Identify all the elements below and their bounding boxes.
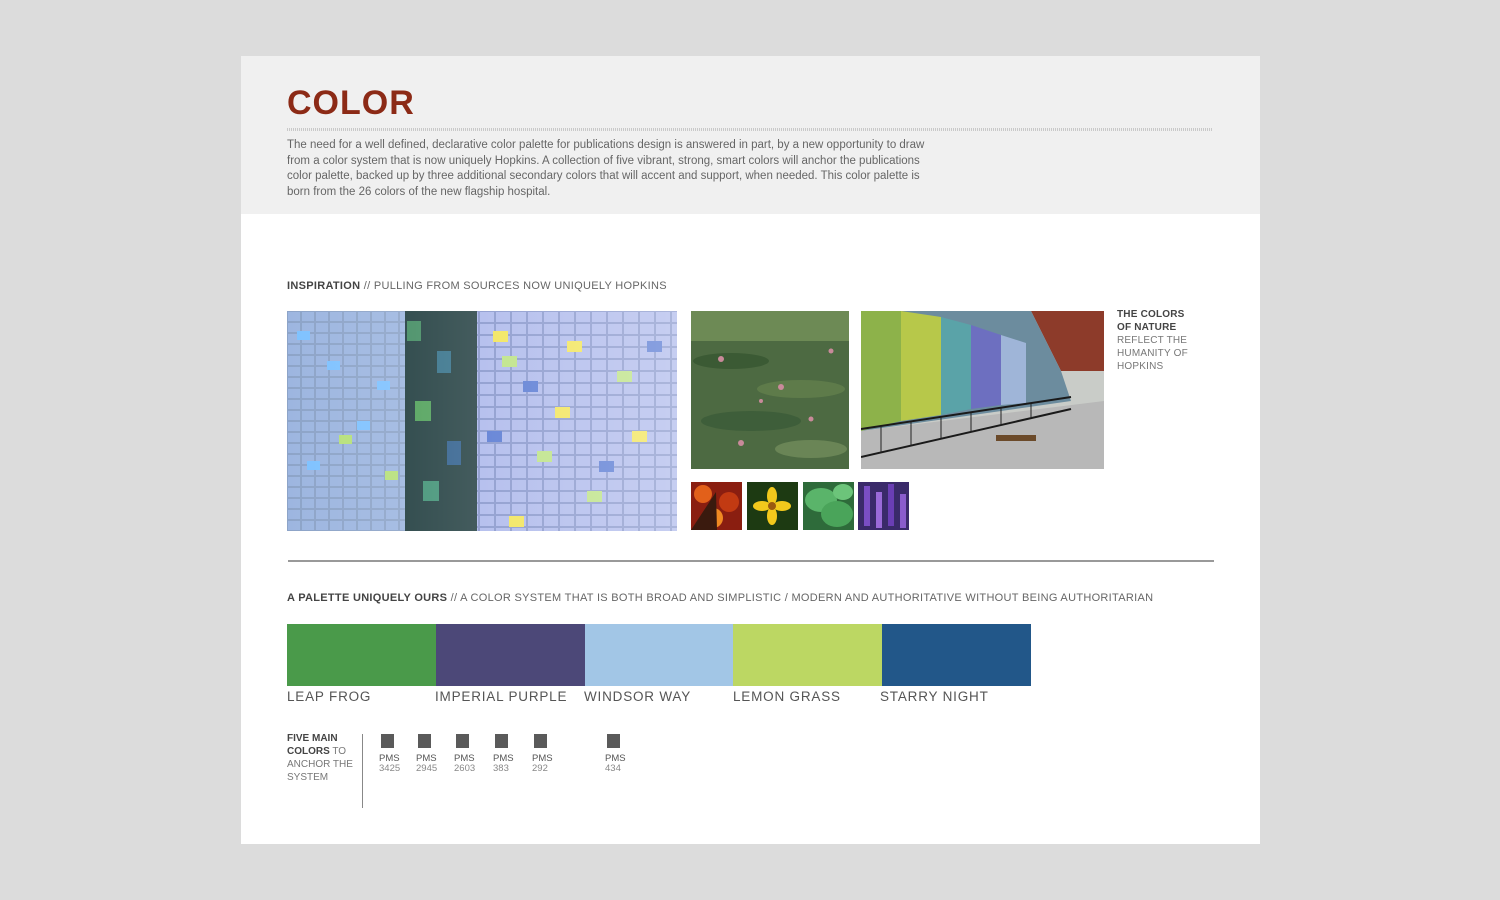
section-divider [288, 560, 1214, 562]
pms-swatch-icon [456, 734, 469, 748]
pms-chip-4: PMS 383 [493, 734, 533, 774]
green-leaves-thumbnail [803, 482, 854, 530]
color-guide-page: COLOR The need for a well defined, decla… [241, 56, 1260, 844]
five-main-colors-note: FIVE MAIN COLORS TO ANCHOR THE SYSTEM [287, 732, 359, 784]
nature-caption-line-1: THE COLORS [1117, 309, 1185, 320]
autumn-leaves-thumbnail [691, 482, 742, 530]
pms-chip-6: PMS 434 [605, 734, 645, 774]
swatch-starry-night [882, 624, 1031, 686]
nature-caption-line-5: HOPKINS [1117, 361, 1164, 372]
pms-number: 292 [532, 763, 548, 774]
pms-swatch-icon [495, 734, 508, 748]
swatch-imperial-purple [435, 624, 585, 686]
inspiration-heading-bold: INSPIRATION [287, 280, 361, 292]
yellow-flower-thumbnail [747, 482, 798, 530]
pms-chip-2: PMS 2945 [416, 734, 456, 774]
swatch-name-starry-night: STARRY NIGHT [880, 689, 989, 704]
anchor-note-line-4: SYSTEM [287, 772, 329, 783]
page-title: COLOR [287, 84, 415, 122]
anchor-vertical-rule [362, 734, 363, 808]
title-dotted-rule [287, 128, 1213, 131]
swatch-name-imperial-purple: IMPERIAL PURPLE [435, 689, 568, 704]
swatch-names: LEAP FROG IMPERIAL PURPLE WINDSOR WAY LE… [287, 689, 1031, 709]
pms-chip-5: PMS 292 [532, 734, 572, 774]
nature-caption-line-2: OF NATURE [1117, 322, 1177, 333]
anchor-note-line-2-rest: TO [329, 746, 347, 757]
glass-wall-photo [861, 311, 1104, 469]
swatch-leap-frog [287, 624, 436, 686]
pms-swatch-icon [534, 734, 547, 748]
pms-number: 3425 [379, 763, 401, 774]
palette-heading: A PALETTE UNIQUELY OURS // A COLOR SYSTE… [287, 592, 1153, 604]
swatch-windsor-way [584, 624, 734, 686]
pms-number: 2603 [454, 763, 476, 774]
pms-chip-1: PMS 3425 [379, 734, 419, 774]
palette-heading-rest: // A COLOR SYSTEM THAT IS BOTH BROAD AND… [450, 592, 1154, 604]
inspiration-heading: INSPIRATION // PULLING FROM SOURCES NOW … [287, 280, 667, 292]
nature-caption-line-4: HUMANITY OF [1117, 348, 1188, 359]
swatch-name-windsor-way: WINDSOR WAY [584, 689, 692, 704]
anchor-note-line-2-bold: COLORS [287, 746, 330, 757]
nature-caption: THE COLORS OF NATURE REFLECT THE HUMANIT… [1117, 308, 1197, 373]
water-lilies-photo [691, 311, 849, 469]
pms-number: 2945 [416, 763, 438, 774]
swatch-name-leap-frog: LEAP FROG [287, 689, 372, 704]
purple-flowers-thumbnail [858, 482, 909, 530]
anchor-note-line-1: FIVE MAIN [287, 733, 338, 744]
inspiration-heading-rest: // PULLING FROM SOURCES NOW UNIQUELY HOP… [363, 280, 667, 292]
nature-caption-line-3: REFLECT THE [1117, 335, 1188, 346]
hospital-facade-photo [287, 311, 677, 531]
pms-number: 383 [493, 763, 509, 774]
pms-number: 434 [605, 763, 621, 774]
intro-paragraph: The need for a well defined, declarative… [287, 139, 925, 198]
color-swatches [287, 624, 1031, 686]
pms-swatch-icon [418, 734, 431, 748]
swatch-lemon-grass [733, 624, 883, 686]
pms-swatch-icon [607, 734, 620, 748]
swatch-name-lemon-grass: LEMON GRASS [733, 689, 841, 704]
pms-chip-3: PMS 2603 [454, 734, 494, 774]
pms-swatch-icon [381, 734, 394, 748]
palette-heading-bold: A PALETTE UNIQUELY OURS [287, 592, 448, 604]
anchor-note-line-3: ANCHOR THE [287, 759, 353, 770]
